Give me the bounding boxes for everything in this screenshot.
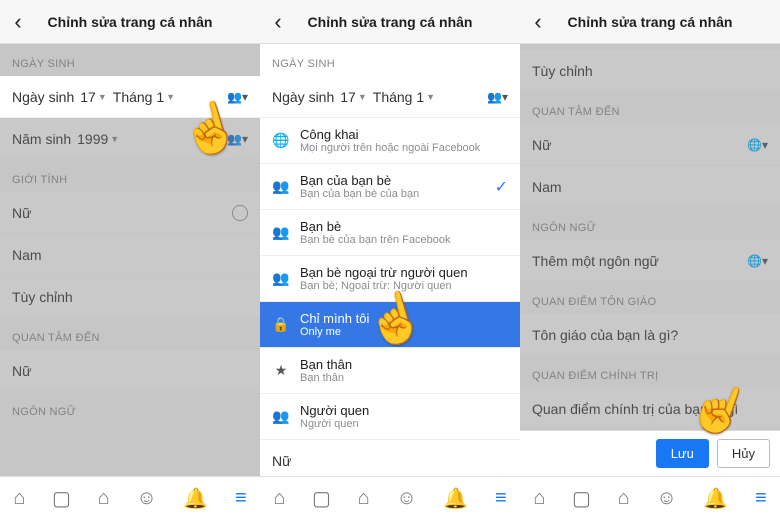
section-language: NGÔN NGỮ (520, 208, 780, 240)
nav-bell-icon[interactable]: 🔔 (703, 486, 728, 511)
privacy-selector-button[interactable]: 🌐▾ (747, 138, 768, 152)
header-bar: ‹ Chỉnh sửa trang cá nhân (260, 0, 520, 44)
interested-female[interactable]: Nữ🌐▾ (520, 124, 780, 166)
screenshot-panel-2: ‹ Chỉnh sửa trang cá nhân NGÀY SINH Ngày… (260, 0, 520, 520)
privacy-selector-button[interactable]: 👥▾ (227, 90, 248, 104)
friends-icon: 👥 (272, 408, 290, 425)
nav-menu-icon[interactable]: ≡ (755, 487, 767, 510)
save-button[interactable]: Lưu (656, 439, 709, 468)
lock-icon: 🔒 (272, 316, 290, 333)
birthday-label: Ngày sinh (12, 89, 74, 105)
birthday-row[interactable]: Ngày sinh 17▼ Tháng 1▼ 👥▾ (260, 76, 520, 118)
bottom-nav: ⌂ ▢ ⌂ ☺ 🔔 ≡ (0, 476, 260, 520)
star-icon: ★ (272, 362, 290, 379)
language-input-row[interactable]: Thêm một ngôn ngữ🌐▾ (520, 240, 780, 282)
religion-input-row[interactable]: Tôn giáo của bạn là gì? (520, 314, 780, 356)
back-button[interactable]: ‹ (520, 9, 556, 35)
nav-bell-icon[interactable]: 🔔 (183, 486, 208, 511)
birthyear-value[interactable]: 1999 (77, 131, 108, 147)
chevron-down-icon: ▼ (358, 92, 367, 102)
globe-icon: 🌐 (272, 132, 290, 149)
chevron-down-icon: ▼ (426, 92, 435, 102)
nav-menu-icon[interactable]: ≡ (495, 487, 507, 510)
privacy-option-globe[interactable]: 🌐Công khaiMọi người trên hoặc ngoài Face… (260, 118, 520, 164)
nav-home-icon[interactable]: ⌂ (273, 487, 285, 510)
back-button[interactable]: ‹ (260, 9, 296, 35)
nav-market-icon[interactable]: ⌂ (618, 487, 630, 510)
nav-home-icon[interactable]: ⌂ (533, 487, 545, 510)
nav-bell-icon[interactable]: 🔔 (443, 486, 468, 511)
header-bar: ‹ Chỉnh sửa trang cá nhân (520, 0, 780, 44)
nav-market-icon[interactable]: ⌂ (358, 487, 370, 510)
screenshot-panel-1: ‹ Chỉnh sửa trang cá nhân NGÀY SINH Ngày… (0, 0, 260, 520)
friends-icon: 👥 (272, 224, 290, 241)
nav-groups-icon[interactable]: ☺ (396, 487, 416, 510)
nav-market-icon[interactable]: ⌂ (98, 487, 110, 510)
chevron-down-icon: ▼ (110, 134, 119, 144)
nav-video-icon[interactable]: ▢ (572, 486, 591, 511)
section-political: QUAN ĐIỂM CHÍNH TRỊ (520, 356, 780, 388)
section-language: NGÔN NGỮ (0, 392, 260, 424)
section-birthday: NGÀY SINH (0, 44, 260, 76)
gender-option-female[interactable]: Nữ (0, 192, 260, 234)
radio-icon (232, 205, 248, 221)
bottom-nav: ⌂ ▢ ⌂ ☺ 🔔 ≡ (520, 476, 780, 520)
gender-option-custom[interactable]: Tùy chỉnh (520, 50, 780, 92)
friends-except-icon: 👥 (272, 270, 290, 287)
nav-groups-icon[interactable]: ☺ (136, 487, 156, 510)
chevron-down-icon: ▼ (166, 92, 175, 102)
section-interested: QUAN TÂM ĐẾN (520, 92, 780, 124)
nav-video-icon[interactable]: ▢ (52, 486, 71, 511)
privacy-option-lock[interactable]: 🔒Chỉ mình tôiOnly me (260, 302, 520, 348)
header-title: Chỉnh sửa trang cá nhân (36, 14, 260, 30)
political-input-row[interactable]: Quan điểm chính trị của bạn là gì (520, 388, 780, 430)
birthyear-row[interactable]: Năm sinh 1999▼ 👥▾ (0, 118, 260, 160)
privacy-selector-button[interactable]: 👥▾ (227, 132, 248, 146)
gender-option-custom[interactable]: Tùy chỉnh (0, 276, 260, 318)
section-religion: QUAN ĐIỂM TÔN GIÁO (520, 282, 780, 314)
privacy-option-friends-except[interactable]: 👥Bạn bè ngoại trừ người quenBạn bè; Ngoạ… (260, 256, 520, 302)
interested-female[interactable]: Nữ (0, 350, 260, 392)
gender-option-male[interactable]: Nam (0, 234, 260, 276)
header-title: Chỉnh sửa trang cá nhân (556, 14, 780, 30)
privacy-option-friends-of[interactable]: 👥Bạn của bạn bèBạn của bạn bè của bạn✓ (260, 164, 520, 210)
screenshot-panel-3: ‹ Chỉnh sửa trang cá nhân Tùy chỉnh QUAN… (520, 0, 780, 520)
nav-video-icon[interactable]: ▢ (312, 486, 331, 511)
friends-of-icon: 👥 (272, 178, 290, 195)
header-bar: ‹ Chỉnh sửa trang cá nhân (0, 0, 260, 44)
birthyear-label: Năm sinh (12, 131, 71, 147)
cancel-button[interactable]: Hủy (717, 439, 770, 468)
back-button[interactable]: ‹ (0, 9, 36, 35)
header-title: Chỉnh sửa trang cá nhân (296, 14, 520, 30)
interested-male[interactable]: Nam (520, 166, 780, 208)
birthday-row[interactable]: Ngày sinh 17▼ Tháng 1▼ 👥▾ (0, 76, 260, 118)
footer-bar: Lưu Hủy (520, 430, 780, 476)
bottom-nav: ⌂ ▢ ⌂ ☺ 🔔 ≡ (260, 476, 520, 520)
section-birthday: NGÀY SINH (260, 44, 520, 76)
privacy-option-star[interactable]: ★Bạn thânBạn thân (260, 348, 520, 394)
birthday-month[interactable]: Tháng 1 (113, 89, 164, 105)
privacy-option-friends[interactable]: 👥Người quenNgười quen (260, 394, 520, 440)
chevron-down-icon: ▼ (98, 92, 107, 102)
nav-menu-icon[interactable]: ≡ (235, 487, 247, 510)
privacy-selector-button[interactable]: 👥▾ (487, 90, 508, 104)
birthday-day[interactable]: 17 (80, 89, 96, 105)
privacy-dropdown: 🌐Công khaiMọi người trên hoặc ngoài Face… (260, 118, 520, 440)
section-gender: GIỚI TÍNH (0, 160, 260, 192)
nav-home-icon[interactable]: ⌂ (13, 487, 25, 510)
privacy-option-friends[interactable]: 👥Bạn bèBạn bè của bạn trên Facebook (260, 210, 520, 256)
section-interested: QUAN TÂM ĐẾN (0, 318, 260, 350)
check-icon: ✓ (495, 177, 508, 197)
nav-groups-icon[interactable]: ☺ (656, 487, 676, 510)
privacy-selector-button[interactable]: 🌐▾ (747, 254, 768, 268)
